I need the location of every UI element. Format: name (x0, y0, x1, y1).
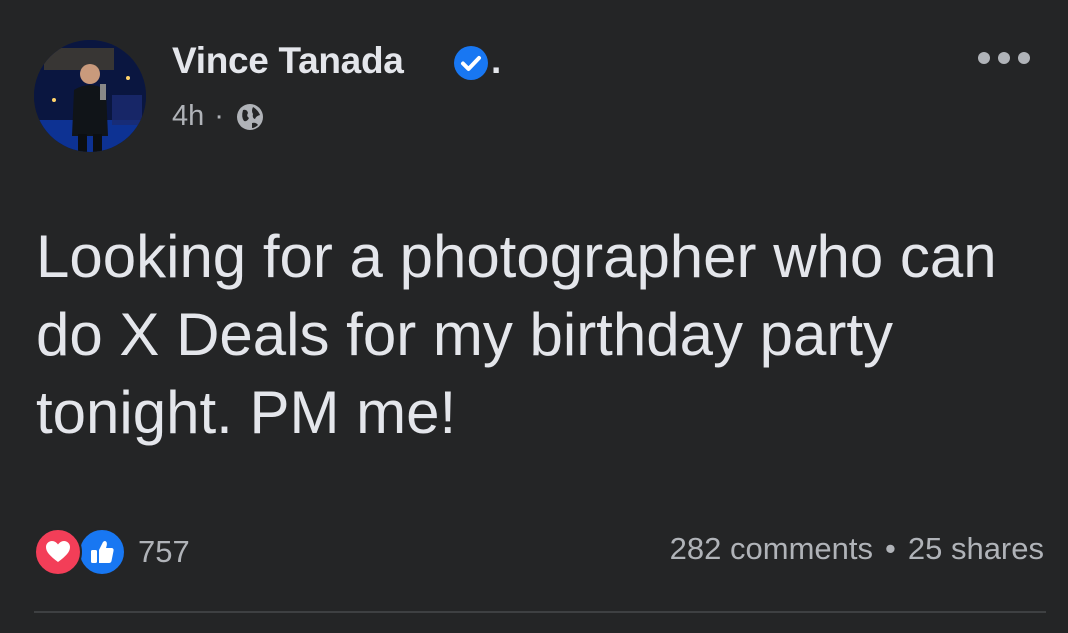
shares-count-link[interactable]: 25 shares (908, 531, 1044, 567)
name-trailing-dot: . (491, 40, 502, 81)
reaction-icons (34, 528, 126, 576)
globe-icon[interactable] (234, 101, 266, 133)
reaction-count: 757 (138, 534, 190, 569)
more-dot (978, 52, 990, 64)
more-dot (998, 52, 1010, 64)
more-dot (1018, 52, 1030, 64)
love-reaction-icon (34, 528, 82, 576)
comments-count-link[interactable]: 282 comments (670, 531, 873, 567)
engagement-bullet: • (885, 531, 896, 566)
post-meta: 4h · (172, 100, 266, 133)
reactions-summary[interactable]: 757 (34, 528, 190, 576)
post-body-text: Looking for a photographer who can do X … (36, 223, 997, 446)
facebook-post: Vince Tanada . 4h · Looking for a photog… (0, 0, 1068, 633)
meta-separator: · (214, 100, 224, 132)
author-avatar[interactable] (34, 40, 146, 152)
more-options-icon[interactable] (978, 46, 1030, 70)
post-timestamp[interactable]: 4h (172, 100, 204, 133)
verified-badge-icon (452, 44, 490, 82)
post-divider (34, 611, 1046, 613)
avatar-image (34, 40, 146, 152)
like-reaction-icon (78, 528, 126, 576)
author-name[interactable]: Vince Tanada (172, 40, 404, 82)
engagement-stats: 282 comments • 25 shares (670, 531, 1044, 567)
